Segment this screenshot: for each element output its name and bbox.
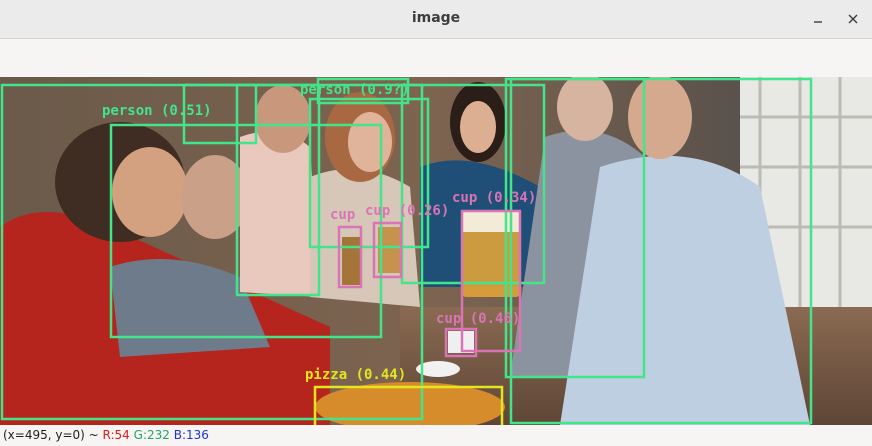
window-title: image: [411, 10, 461, 26]
status-coords: (x=495, y=0) ~: [3, 428, 103, 442]
title-bar: image: [0, 0, 872, 39]
toolbar: [0, 39, 872, 77]
label-person-0: person (0.51): [102, 103, 212, 119]
woman-face: [460, 101, 496, 153]
status-blue: B:136: [173, 428, 209, 442]
status-bar: (x=495, y=0) ~ R:54 G:232 B:136: [0, 425, 872, 446]
label-pizza: pizza (0.44): [305, 367, 406, 383]
person-face: [181, 155, 249, 239]
label-cup-3: cup (0.46): [436, 311, 520, 327]
status-red: R:54: [102, 428, 130, 442]
label-cup-0: cup: [330, 207, 355, 223]
detection-image: person (0.51) person (0.9?) cup cup (0.2…: [0, 77, 872, 425]
label-cup-2: cup (0.34): [452, 190, 536, 206]
close-icon[interactable]: [841, 7, 865, 31]
beer-glass: [342, 237, 360, 285]
person-face: [628, 77, 692, 159]
person-face: [112, 147, 188, 237]
status-green: G:232: [133, 428, 170, 442]
image-canvas[interactable]: person (0.51) person (0.9?) cup cup (0.2…: [0, 77, 872, 425]
woman-blouse: [310, 169, 420, 307]
label-cup-1: cup (0.26): [365, 203, 449, 219]
person-pink-shirt: [240, 131, 320, 297]
label-person-1: person (0.9?): [300, 82, 410, 98]
minimize-icon[interactable]: [806, 7, 830, 31]
woman-face: [348, 112, 392, 172]
